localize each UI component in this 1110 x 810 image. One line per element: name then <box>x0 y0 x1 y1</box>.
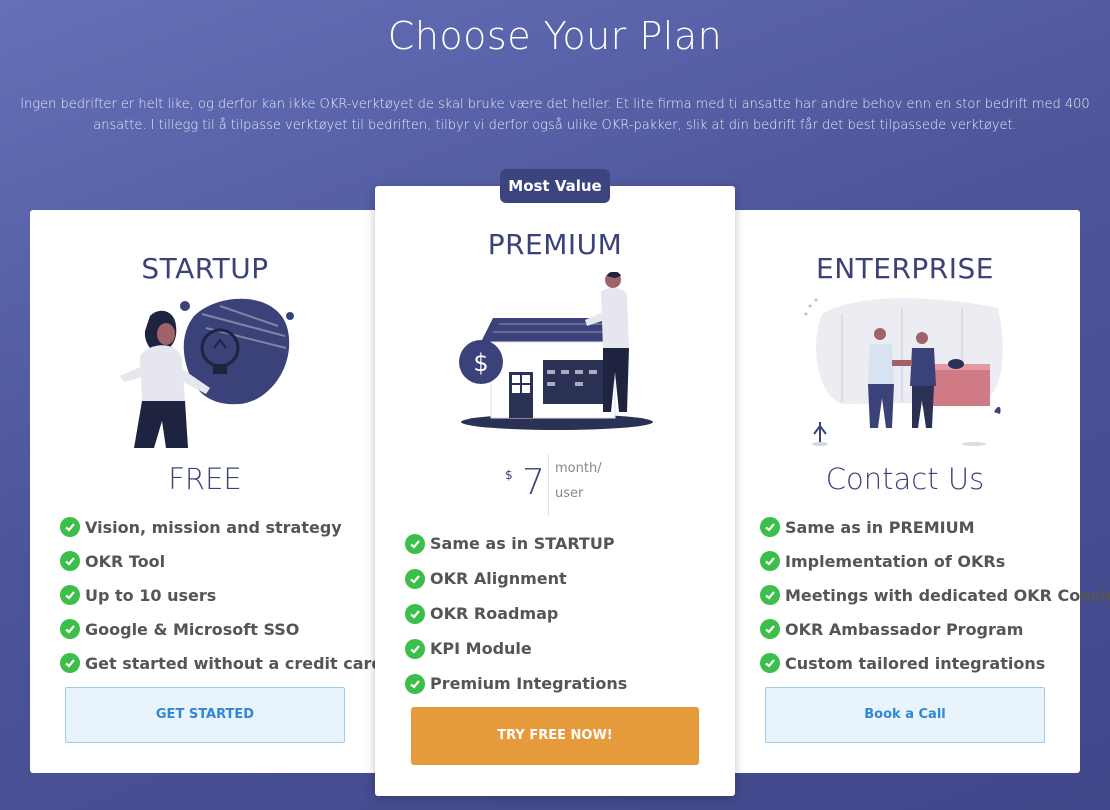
get-started-button[interactable]: GET STARTED <box>65 687 345 743</box>
plan-price: 7 <box>522 462 545 503</box>
price-block: $ 7 month/ user <box>375 450 735 516</box>
currency-symbol: $ <box>505 468 513 482</box>
check-circle-icon <box>60 653 80 673</box>
feature-label: Same as in STARTUP <box>430 534 615 553</box>
intro-text: Ingen bedrifter er helt like, og derfor … <box>20 97 1090 133</box>
check-circle-icon <box>760 619 780 639</box>
premium-plan-card: PREMIUM $ $ 7 month/ user Same as in STA… <box>375 186 735 796</box>
feature-list: Same as in PREMIUM Implementation of OKR… <box>760 510 1110 680</box>
plan-price: Contact Us <box>825 462 985 496</box>
most-value-badge: Most Value <box>500 169 610 203</box>
check-circle-icon <box>405 533 425 554</box>
feature-item: Premium Integrations <box>405 666 627 701</box>
feature-item: Same as in STARTUP <box>405 526 627 561</box>
page-title: Choose Your Plan <box>387 14 723 58</box>
svg-text:$: $ <box>473 349 488 377</box>
plan-name: ENTERPRISE <box>816 252 994 285</box>
feature-label: OKR Tool <box>85 551 166 571</box>
feature-item: OKR Roadmap <box>405 596 627 631</box>
feature-label: Get started without a credit card <box>85 653 383 673</box>
feature-list: Same as in STARTUP OKR Alignment OKR Roa… <box>405 526 627 701</box>
feature-item: Up to 10 users <box>60 578 383 612</box>
feature-label: Implementation of OKRs <box>785 551 1006 571</box>
feature-label: KPI Module <box>430 639 532 658</box>
try-free-button[interactable]: TRY FREE NOW! <box>411 707 699 765</box>
book-a-call-button[interactable]: Book a Call <box>765 687 1045 743</box>
woman-lightbulb-illustration <box>120 298 294 448</box>
check-circle-icon <box>405 638 425 659</box>
feature-item: Vision, mission and strategy <box>60 510 383 544</box>
feature-item: Google & Microsoft SSO <box>60 612 383 646</box>
check-circle-icon <box>760 551 780 571</box>
check-circle-icon <box>60 585 80 605</box>
feature-item: OKR Ambassador Program <box>760 612 1110 646</box>
plan-name: STARTUP <box>141 252 269 285</box>
price-unit: month/ user <box>555 461 602 501</box>
enterprise-plan-card: ENTERPRISE Contact Us Same as in PREMIUM… <box>730 210 1110 773</box>
feature-label: Same as in PREMIUM <box>785 517 975 537</box>
feature-item: OKR Tool <box>60 544 383 578</box>
plan-name: PREMIUM <box>487 228 623 261</box>
feature-item: KPI Module <box>405 631 627 666</box>
feature-label: OKR Alignment <box>430 569 567 588</box>
feature-label: Up to 10 users <box>85 585 217 605</box>
check-circle-icon <box>405 603 425 624</box>
startup-plan-card: STARTUP FREE Vision, mission and strateg… <box>30 210 383 773</box>
feature-label: Google & Microsoft SSO <box>85 619 300 639</box>
feature-item: OKR Alignment <box>405 561 627 596</box>
feature-item: Get started without a credit card <box>60 646 383 680</box>
handshake-office-illustration <box>804 298 1003 446</box>
check-circle-icon <box>60 619 80 639</box>
feature-label: Vision, mission and strategy <box>85 517 342 537</box>
plan-price: FREE <box>168 462 242 496</box>
feature-label: Premium Integrations <box>430 674 628 693</box>
check-circle-icon <box>60 551 80 571</box>
feature-item: Custom tailored integrations <box>760 646 1110 680</box>
feature-item: Implementation of OKRs <box>760 544 1110 578</box>
check-circle-icon <box>60 517 80 537</box>
feature-label: OKR Roadmap <box>430 604 559 623</box>
man-house-dollar-illustration: $ <box>459 272 653 430</box>
feature-label: Custom tailored integrations <box>785 653 1046 673</box>
feature-label: OKR Ambassador Program <box>785 619 1024 639</box>
price-divider <box>548 454 549 516</box>
check-circle-icon <box>760 653 780 673</box>
feature-item: Meetings with dedicated OKR Coach <box>760 578 1110 612</box>
check-circle-icon <box>760 517 780 537</box>
check-circle-icon <box>760 585 780 605</box>
feature-label: Meetings with dedicated OKR Coach <box>785 585 1110 605</box>
check-circle-icon <box>405 568 425 589</box>
feature-list: Vision, mission and strategy OKR Tool Up… <box>60 510 383 680</box>
feature-item: Same as in PREMIUM <box>760 510 1110 544</box>
check-circle-icon <box>405 673 425 694</box>
